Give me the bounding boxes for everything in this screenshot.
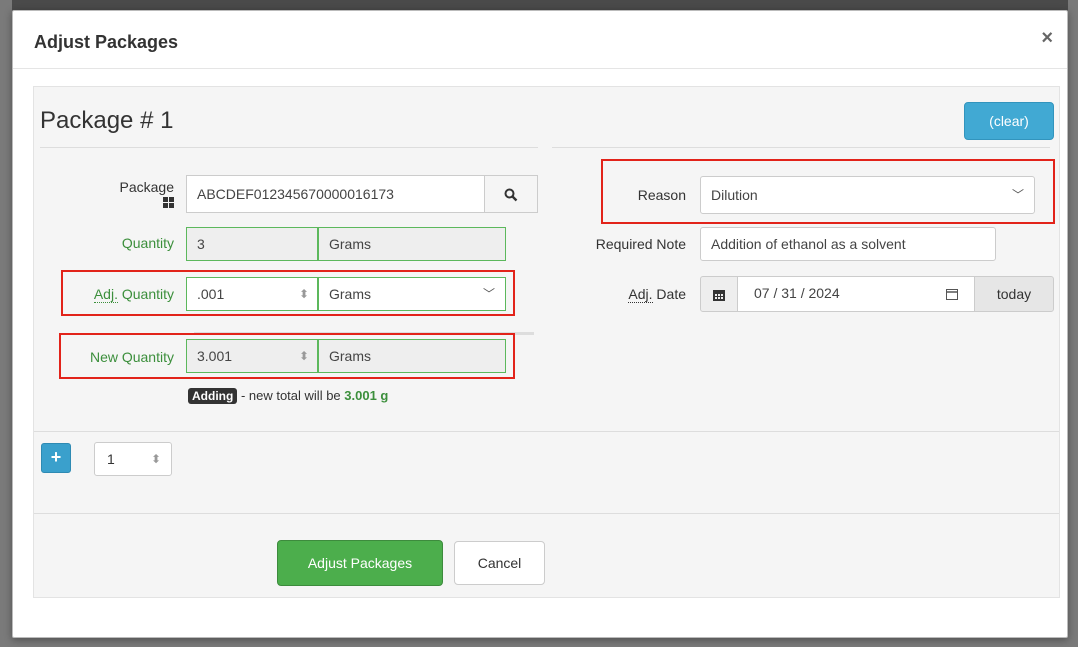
adj-abbrev: Adj. xyxy=(93,286,118,303)
adj-date-input[interactable]: 07 / 31 / 2024 xyxy=(737,276,975,312)
adj-date-label-text: Date xyxy=(652,286,686,302)
adj-date-label: Adj. Date xyxy=(594,286,686,303)
search-icon xyxy=(504,188,518,202)
adj-quantity-label-text: Quantity xyxy=(117,286,174,302)
divider xyxy=(40,147,538,148)
new-quantity-label: New Quantity xyxy=(89,349,174,365)
adjust-packages-modal: Adjust Packages × Package # 1 (clear) Pa… xyxy=(12,10,1068,638)
reason-label: Reason xyxy=(637,187,686,203)
stepper-icon: ⬍ xyxy=(298,349,309,363)
adj-quantity-value: .001 xyxy=(197,286,225,302)
package-heading: Package # 1 xyxy=(40,107,174,134)
clear-button[interactable]: (clear) xyxy=(964,102,1054,140)
today-button[interactable]: today xyxy=(974,276,1054,312)
divider xyxy=(34,431,1059,432)
modal-title: Adjust Packages xyxy=(34,32,179,52)
add-package-button[interactable]: + xyxy=(41,443,71,473)
plus-icon: + xyxy=(50,447,62,467)
new-quantity-value: 3.001 xyxy=(197,348,233,364)
stepper-icon[interactable]: ⬍ xyxy=(151,443,161,475)
adj-quantity-unit-select[interactable]: Grams ﹀ xyxy=(318,277,506,311)
package-label-text: Package xyxy=(119,179,174,195)
hint-text: - new total will be xyxy=(237,388,345,403)
close-icon[interactable]: × xyxy=(1041,27,1053,50)
quantity-label: Quantity xyxy=(121,235,174,251)
package-label: Package xyxy=(84,179,174,211)
adj-quantity-unit-value: Grams xyxy=(329,286,371,302)
package-count-value: 1 xyxy=(107,451,115,467)
required-note-label: Required Note xyxy=(595,236,686,252)
adjustment-hint: Adding - new total will be 3.001 g xyxy=(188,388,388,404)
divider xyxy=(552,147,1050,148)
adding-badge: Adding xyxy=(188,388,238,404)
adj-quantity-input[interactable]: .001 ⬍ xyxy=(186,277,318,311)
package-panel: Package # 1 (clear) Package ABCDEF012345… xyxy=(33,86,1060,598)
chevron-down-icon: ﹀ xyxy=(482,287,495,301)
modal-header: Adjust Packages × xyxy=(13,11,1067,69)
calendar-icon xyxy=(713,290,725,302)
chevron-down-icon: ﹀ xyxy=(1011,188,1024,202)
hint-total: 3.001 g xyxy=(344,388,389,403)
package-count-input[interactable]: 1 ⬍ xyxy=(94,442,172,476)
barcode-icon xyxy=(163,197,174,208)
adj-abbrev: Adj. xyxy=(628,286,653,303)
background-right xyxy=(1068,0,1078,647)
quantity-unit: Grams xyxy=(318,227,506,261)
background-left xyxy=(0,0,12,647)
required-note-input[interactable]: Addition of ethanol as a solvent xyxy=(700,227,996,261)
package-search-button[interactable] xyxy=(484,175,538,213)
calendar-addon xyxy=(700,276,738,312)
stepper-icon[interactable]: ⬍ xyxy=(299,278,309,310)
package-input[interactable]: ABCDEF012345670000016173 xyxy=(186,175,486,213)
divider xyxy=(34,513,1059,514)
new-quantity-input: 3.001 ⬍ xyxy=(186,339,318,373)
cancel-button[interactable]: Cancel xyxy=(454,541,545,585)
adj-quantity-label: Adj. Quantity xyxy=(64,286,174,303)
adjust-packages-button[interactable]: Adjust Packages xyxy=(277,540,443,586)
adj-date-value: 07 / 31 / 2024 xyxy=(754,285,840,301)
calendar-picker-icon[interactable] xyxy=(946,288,958,300)
reason-select[interactable]: Dilution ﹀ xyxy=(700,176,1035,214)
reason-value: Dilution xyxy=(711,187,758,203)
new-quantity-unit: Grams xyxy=(318,339,506,373)
quantity-input: 3 xyxy=(186,227,318,261)
